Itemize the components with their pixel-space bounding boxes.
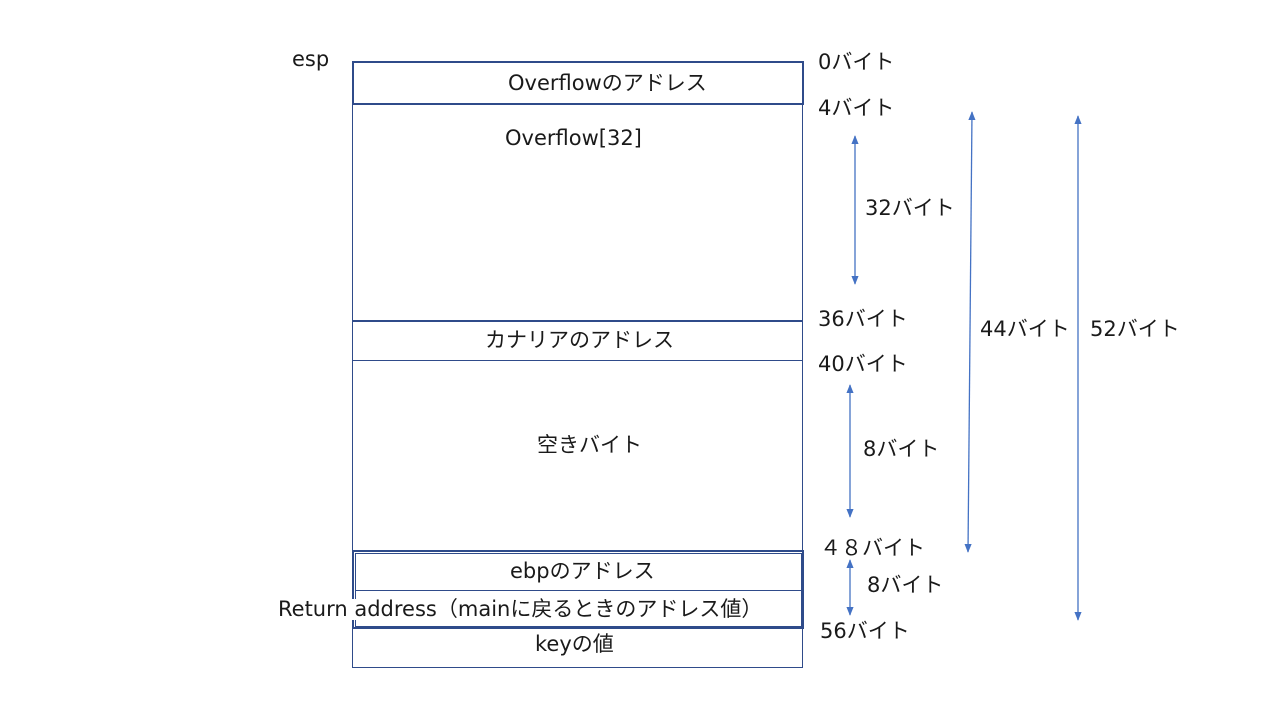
dimension-arrows [846,111,1082,621]
span-44-arrow [964,111,976,553]
